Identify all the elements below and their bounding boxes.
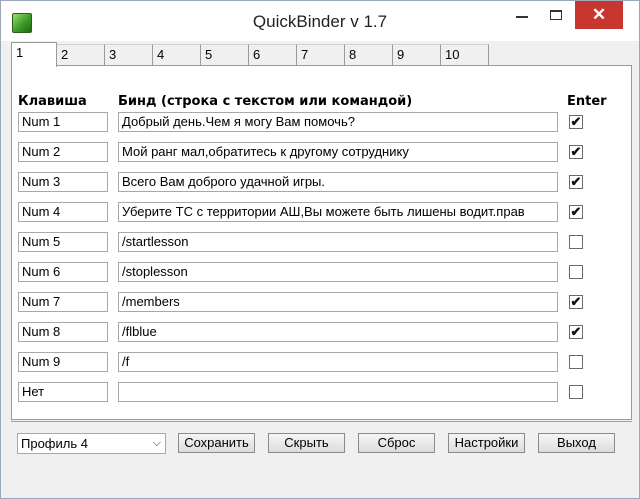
key-field[interactable]: Num 3 xyxy=(18,172,108,192)
settings-button[interactable]: Настройки xyxy=(448,433,525,453)
footer-divider xyxy=(11,421,632,422)
reset-button[interactable]: Сброс xyxy=(358,433,435,453)
close-button[interactable]: ✕ xyxy=(575,1,623,29)
bind-row: Num 8 /flblue ✔ xyxy=(12,322,631,344)
bind-row: Num 6 /stoplesson xyxy=(12,262,631,284)
enter-column-header: Enter xyxy=(567,94,607,109)
enter-checkbox[interactable]: ✔ xyxy=(569,115,583,129)
profile-select[interactable]: Профиль 4 ⌵ xyxy=(17,433,166,454)
tab-3[interactable]: 3 xyxy=(105,44,153,66)
minimize-button[interactable] xyxy=(505,1,539,29)
tab-5[interactable]: 5 xyxy=(201,44,249,66)
bind-field[interactable]: /members xyxy=(118,292,558,312)
key-field[interactable]: Num 8 xyxy=(18,322,108,342)
key-field[interactable]: Нет xyxy=(18,382,108,402)
enter-checkbox[interactable]: ✔ xyxy=(569,145,583,159)
maximize-icon xyxy=(550,10,562,20)
bind-field[interactable]: Добрый день.Чем я могу Вам помочь? xyxy=(118,112,558,132)
enter-checkbox[interactable]: ✔ xyxy=(569,325,583,339)
bind-field[interactable]: /flblue xyxy=(118,322,558,342)
key-field[interactable]: Num 2 xyxy=(18,142,108,162)
key-field[interactable]: Num 4 xyxy=(18,202,108,222)
bind-field[interactable]: /f xyxy=(118,352,558,372)
tab-9[interactable]: 9 xyxy=(393,44,441,66)
bind-panel: Клавиша Бинд (строка с текстом или коман… xyxy=(11,65,632,420)
key-field[interactable]: Num 6 xyxy=(18,262,108,282)
bind-field[interactable]: /stoplesson xyxy=(118,262,558,282)
key-field[interactable]: Num 7 xyxy=(18,292,108,312)
bind-row: Num 1 Добрый день.Чем я могу Вам помочь?… xyxy=(12,112,631,134)
title-bar[interactable]: QuickBinder v 1.7 ✕ xyxy=(1,1,639,41)
tab-6[interactable]: 6 xyxy=(249,44,297,66)
key-column-header: Клавиша xyxy=(18,94,87,109)
bind-field[interactable]: Всего Вам доброго удачной игры. xyxy=(118,172,558,192)
key-field[interactable]: Num 9 xyxy=(18,352,108,372)
tab-2[interactable]: 2 xyxy=(57,44,105,66)
exit-button[interactable]: Выход xyxy=(538,433,615,453)
bind-column-header: Бинд (строка с текстом или командой) xyxy=(118,94,413,109)
save-button[interactable]: Сохранить xyxy=(178,433,255,453)
key-field[interactable]: Num 5 xyxy=(18,232,108,252)
bind-field[interactable]: Уберите ТС с территории АШ,Вы можете быт… xyxy=(118,202,558,222)
enter-checkbox[interactable]: ✔ xyxy=(569,295,583,309)
key-field[interactable]: Num 1 xyxy=(18,112,108,132)
bind-row: Num 2 Мой ранг мал,обратитесь к другому … xyxy=(12,142,631,164)
bind-field[interactable]: /startlesson xyxy=(118,232,558,252)
close-icon: ✕ xyxy=(591,5,607,24)
hide-button[interactable]: Скрыть xyxy=(268,433,345,453)
tab-10[interactable]: 10 xyxy=(441,44,489,66)
bind-row: Нет xyxy=(12,382,631,404)
bind-row: Num 3 Всего Вам доброго удачной игры. ✔ xyxy=(12,172,631,194)
bind-row: Num 9 /f xyxy=(12,352,631,374)
tab-1[interactable]: 1 xyxy=(11,42,57,67)
enter-checkbox[interactable]: ✔ xyxy=(569,175,583,189)
profile-select-value: Профиль 4 xyxy=(21,436,88,451)
tab-8[interactable]: 8 xyxy=(345,44,393,66)
maximize-button[interactable] xyxy=(539,1,573,29)
tab-7[interactable]: 7 xyxy=(297,44,345,66)
enter-checkbox[interactable] xyxy=(569,235,583,249)
enter-checkbox[interactable]: ✔ xyxy=(569,205,583,219)
enter-checkbox[interactable] xyxy=(569,265,583,279)
tab-4[interactable]: 4 xyxy=(153,44,201,66)
bind-row: Num 7 /members ✔ xyxy=(12,292,631,314)
bind-field[interactable] xyxy=(118,382,558,402)
bind-field[interactable]: Мой ранг мал,обратитесь к другому сотруд… xyxy=(118,142,558,162)
enter-checkbox[interactable] xyxy=(569,355,583,369)
tab-strip: 1 2 3 4 5 6 7 8 9 10 xyxy=(11,42,631,67)
minimize-icon xyxy=(516,16,528,18)
chevron-down-icon: ⌵ xyxy=(152,437,161,449)
app-window: QuickBinder v 1.7 ✕ 1 2 3 4 5 6 7 8 9 10… xyxy=(0,0,640,499)
enter-checkbox[interactable] xyxy=(569,385,583,399)
bind-row: Num 5 /startlesson xyxy=(12,232,631,254)
bind-row: Num 4 Уберите ТС с территории АШ,Вы може… xyxy=(12,202,631,224)
